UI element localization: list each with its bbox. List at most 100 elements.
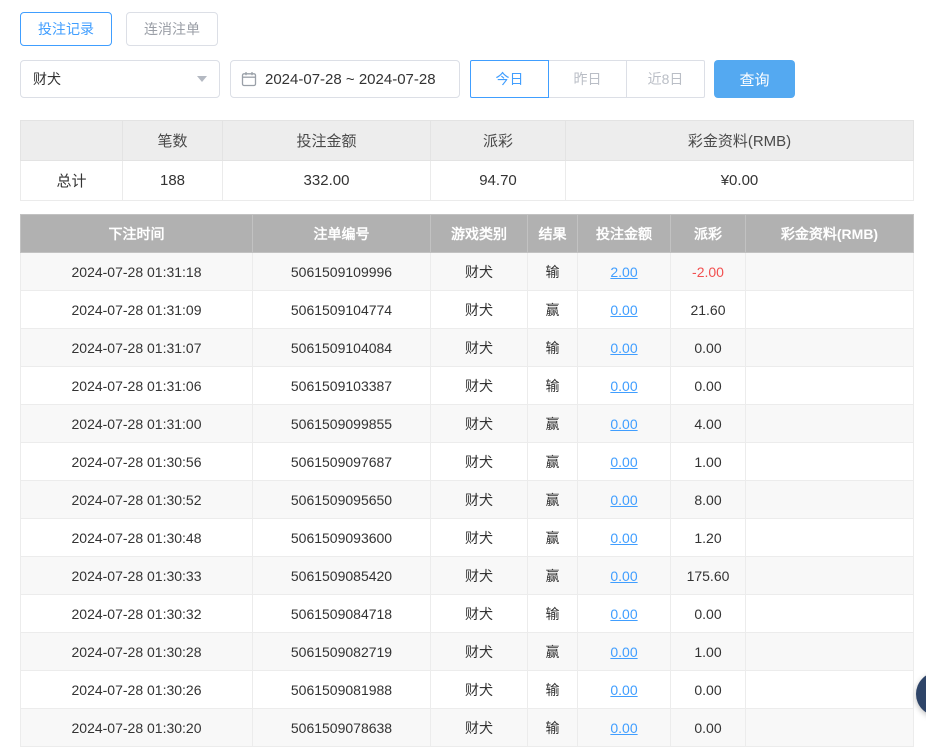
bet-amount-link[interactable]: 0.00	[610, 606, 637, 622]
bonus-cell	[746, 671, 914, 709]
bet-amount-link[interactable]: 0.00	[610, 682, 637, 698]
search-button[interactable]: 查询	[714, 60, 795, 98]
bet-amount-link[interactable]: 0.00	[610, 568, 637, 584]
order-id-cell: 5061509104774	[253, 291, 431, 329]
bet-amount-cell: 0.00	[578, 671, 671, 709]
bonus-cell	[746, 481, 914, 519]
summary-header-count: 笔数	[123, 121, 223, 161]
payout-value: 0.00	[694, 606, 721, 622]
payout-cell: 0.00	[671, 595, 746, 633]
bet-amount-link[interactable]: 0.00	[610, 530, 637, 546]
bet-time-cell: 2024-07-28 01:31:00	[21, 405, 253, 443]
quick-range-group: 今日 昨日 近8日	[470, 60, 705, 98]
payout-cell: -2.00	[671, 253, 746, 291]
tab-cancelled-orders[interactable]: 连消注单	[126, 12, 218, 46]
game-type-cell: 财犬	[431, 481, 528, 519]
table-row: 2024-07-28 01:30:26 5061509081988 财犬 输 0…	[21, 671, 914, 709]
game-type-cell: 财犬	[431, 329, 528, 367]
game-type-cell: 财犬	[431, 519, 528, 557]
game-type-cell: 财犬	[431, 595, 528, 633]
game-type-cell: 财犬	[431, 557, 528, 595]
table-row: 2024-07-28 01:30:48 5061509093600 财犬 赢 0…	[21, 519, 914, 557]
table-row: 2024-07-28 01:30:33 5061509085420 财犬 赢 0…	[21, 557, 914, 595]
payout-cell: 4.00	[671, 405, 746, 443]
payout-cell: 1.00	[671, 443, 746, 481]
bet-amount-link[interactable]: 0.00	[610, 416, 637, 432]
game-select[interactable]: 财犬	[20, 60, 220, 98]
bet-table-body: 2024-07-28 01:31:18 5061509109996 财犬 输 2…	[21, 253, 914, 747]
payout-value: 0.00	[694, 340, 721, 356]
result-cell: 赢	[528, 557, 578, 595]
game-type-cell: 财犬	[431, 367, 528, 405]
result-cell: 输	[528, 329, 578, 367]
bet-amount-link[interactable]: 0.00	[610, 340, 637, 356]
header-game-type: 游戏类别	[431, 215, 528, 253]
payout-value: 21.60	[690, 302, 725, 318]
game-type-cell: 财犬	[431, 291, 528, 329]
bet-amount-link[interactable]: 0.00	[610, 720, 637, 736]
table-row: 2024-07-28 01:30:32 5061509084718 财犬 输 0…	[21, 595, 914, 633]
bonus-cell	[746, 519, 914, 557]
bonus-cell	[746, 557, 914, 595]
game-select-value: 财犬	[33, 69, 61, 89]
bet-amount-link[interactable]: 0.00	[610, 302, 637, 318]
table-row: 2024-07-28 01:30:20 5061509078638 财犬 输 0…	[21, 709, 914, 747]
last-8-days-button[interactable]: 近8日	[626, 60, 705, 98]
yesterday-button[interactable]: 昨日	[548, 60, 627, 98]
summary-total-row: 总计 188 332.00 94.70 ¥0.00	[21, 161, 914, 201]
payout-value: -2.00	[692, 264, 724, 280]
bet-time-cell: 2024-07-28 01:31:09	[21, 291, 253, 329]
table-row: 2024-07-28 01:30:56 5061509097687 财犬 赢 0…	[21, 443, 914, 481]
game-type-cell: 财犬	[431, 709, 528, 747]
today-button[interactable]: 今日	[470, 60, 549, 98]
bet-time-cell: 2024-07-28 01:30:20	[21, 709, 253, 747]
bet-amount-link[interactable]: 0.00	[610, 492, 637, 508]
table-row: 2024-07-28 01:30:28 5061509082719 财犬 赢 0…	[21, 633, 914, 671]
game-type-cell: 财犬	[431, 443, 528, 481]
payout-value: 0.00	[694, 682, 721, 698]
order-id-cell: 5061509085420	[253, 557, 431, 595]
bet-amount-cell: 0.00	[578, 557, 671, 595]
filter-bar: 财犬 2024-07-28 ~ 2024-07-28 今日 昨日 近8日 查询	[20, 60, 914, 98]
bet-amount-link[interactable]: 0.00	[610, 378, 637, 394]
payout-cell: 0.00	[671, 329, 746, 367]
result-cell: 赢	[528, 291, 578, 329]
table-row: 2024-07-28 01:31:09 5061509104774 财犬 赢 0…	[21, 291, 914, 329]
bet-time-cell: 2024-07-28 01:30:56	[21, 443, 253, 481]
bet-time-cell: 2024-07-28 01:30:28	[21, 633, 253, 671]
bet-amount-link[interactable]: 0.00	[610, 644, 637, 660]
bet-amount-cell: 0.00	[578, 443, 671, 481]
summary-total-bonus: ¥0.00	[566, 161, 914, 201]
bet-time-cell: 2024-07-28 01:31:06	[21, 367, 253, 405]
payout-cell: 0.00	[671, 671, 746, 709]
bet-amount-cell: 0.00	[578, 633, 671, 671]
summary-table: 笔数 投注金额 派彩 彩金资料(RMB) 总计 188 332.00 94.70…	[20, 120, 914, 201]
header-result: 结果	[528, 215, 578, 253]
bet-amount-cell: 0.00	[578, 329, 671, 367]
summary-header-row: 笔数 投注金额 派彩 彩金资料(RMB)	[21, 121, 914, 161]
bet-amount-cell: 0.00	[578, 291, 671, 329]
date-range-value: 2024-07-28 ~ 2024-07-28	[265, 71, 436, 88]
order-id-cell: 5061509097687	[253, 443, 431, 481]
date-range-input[interactable]: 2024-07-28 ~ 2024-07-28	[230, 60, 460, 98]
tab-bet-records[interactable]: 投注记录	[20, 12, 112, 46]
payout-cell: 0.00	[671, 367, 746, 405]
bet-time-cell: 2024-07-28 01:31:18	[21, 253, 253, 291]
bet-amount-link[interactable]: 2.00	[610, 264, 637, 280]
result-cell: 输	[528, 595, 578, 633]
result-cell: 输	[528, 253, 578, 291]
order-id-cell: 5061509081988	[253, 671, 431, 709]
payout-cell: 175.60	[671, 557, 746, 595]
bet-time-cell: 2024-07-28 01:30:26	[21, 671, 253, 709]
payout-value: 4.00	[694, 416, 721, 432]
order-id-cell: 5061509082719	[253, 633, 431, 671]
order-id-cell: 5061509109996	[253, 253, 431, 291]
summary-total-payout: 94.70	[431, 161, 566, 201]
bet-amount-link[interactable]: 0.00	[610, 454, 637, 470]
payout-cell: 1.00	[671, 633, 746, 671]
order-id-cell: 5061509084718	[253, 595, 431, 633]
game-type-cell: 财犬	[431, 253, 528, 291]
table-row: 2024-07-28 01:31:07 5061509104084 财犬 输 0…	[21, 329, 914, 367]
payout-cell: 8.00	[671, 481, 746, 519]
bet-amount-cell: 0.00	[578, 595, 671, 633]
